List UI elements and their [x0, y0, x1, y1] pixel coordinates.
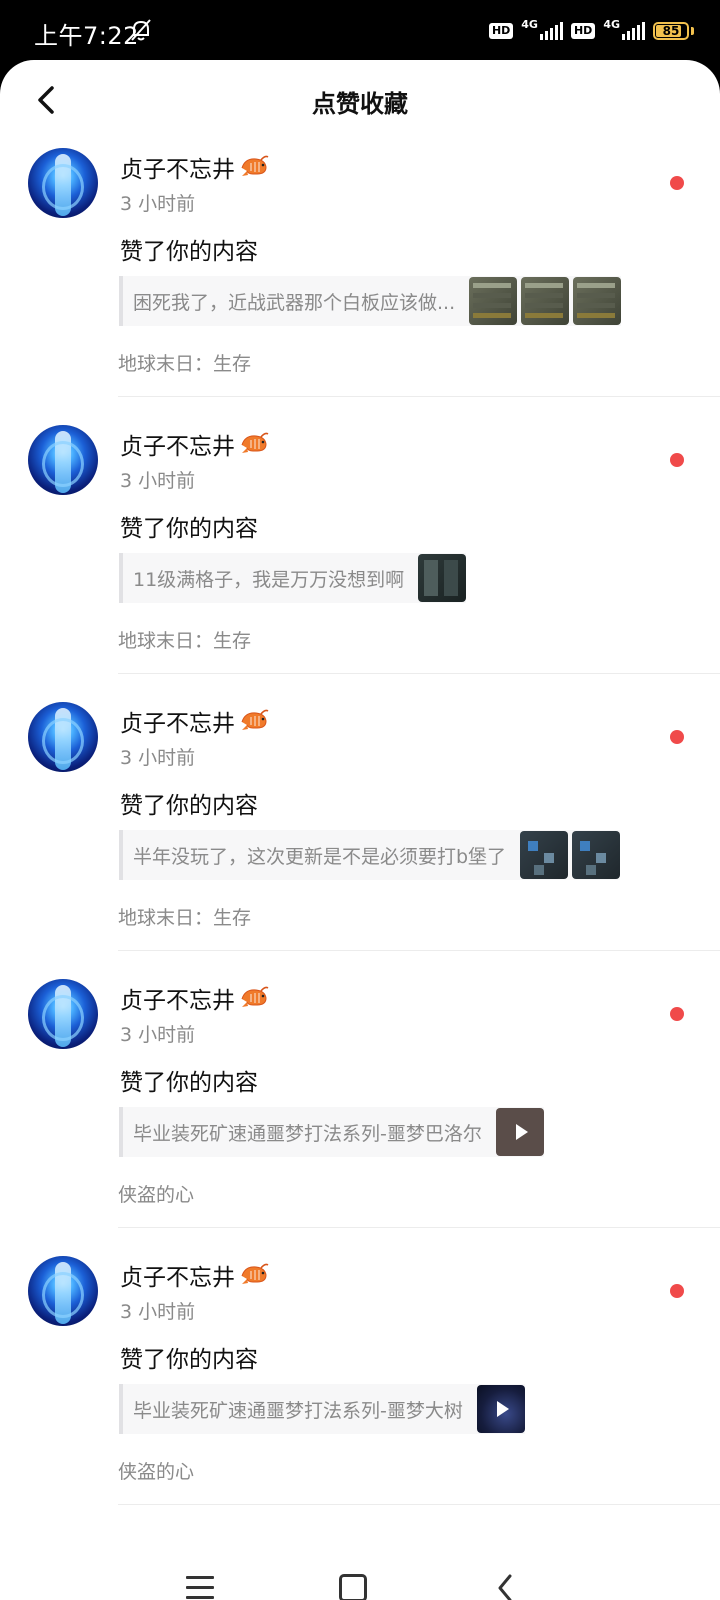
thumbnail-strip [495, 1108, 544, 1156]
status-time: 上午7:22 [34, 22, 139, 50]
network-type-2: 4G [603, 17, 620, 31]
play-icon [496, 1401, 509, 1417]
action-text: 赞了你的内容 [120, 793, 258, 819]
notification-list: 贞子不忘井 3 小时前 赞了你的内容 困死我了，近战武器那个白板应该做... 地… [0, 140, 720, 1525]
username-text: 贞子不忘井 [120, 711, 235, 737]
battery-cap [691, 27, 694, 35]
notification-item[interactable]: 贞子不忘井 3 小时前 赞了你的内容 困死我了，近战武器那个白板应该做... 地… [0, 140, 720, 417]
app-sheet: 点赞收藏 贞子不忘井 3 小时前 赞了你的内容 困死我了，近战武器那个白板应该做… [0, 60, 720, 1600]
notification-item[interactable]: 贞子不忘井 3 小时前 赞了你的内容 11级满格子，我是万万没想到啊 地球末日：… [0, 417, 720, 694]
action-text: 赞了你的内容 [120, 1347, 258, 1373]
signal-icon-2 [622, 22, 645, 40]
quoted-post[interactable]: 毕业装死矿速通噩梦打法系列-噩梦大树 [119, 1384, 525, 1434]
video-thumbnail[interactable] [495, 1108, 544, 1156]
source-community[interactable]: 地球末日：生存 [118, 349, 251, 376]
thumbnail-strip [520, 831, 621, 879]
quoted-post-text: 困死我了，近战武器那个白板应该做... [133, 291, 456, 314]
top-bar: 点赞收藏 [0, 60, 720, 140]
username[interactable]: 贞子不忘井 [120, 150, 269, 184]
username-text: 贞子不忘井 [120, 157, 235, 183]
status-bar: 上午7:22 HD 4G HD 4G 85 [0, 0, 720, 66]
battery-level: 85 [662, 24, 680, 38]
page-title: 点赞收藏 [312, 90, 408, 118]
image-thumbnail[interactable] [521, 277, 570, 325]
action-text: 赞了你的内容 [120, 1070, 258, 1096]
hd-badge: HD [488, 23, 514, 39]
source-community[interactable]: 侠盗的心 [118, 1180, 194, 1207]
image-thumbnail[interactable] [469, 277, 518, 325]
avatar[interactable] [28, 979, 98, 1049]
avatar[interactable] [28, 148, 98, 218]
username[interactable]: 贞子不忘井 [120, 704, 269, 738]
username[interactable]: 贞子不忘井 [120, 427, 269, 461]
back-arrow-icon[interactable] [492, 1572, 520, 1600]
username-text: 贞子不忘井 [120, 434, 235, 460]
avatar[interactable] [28, 1256, 98, 1326]
quoted-post[interactable]: 毕业装死矿速通噩梦打法系列-噩梦巴洛尔 [119, 1107, 544, 1157]
network-type: 4G [521, 17, 538, 31]
quoted-post[interactable]: 困死我了，近战武器那个白板应该做... [119, 276, 622, 326]
image-thumbnail[interactable] [418, 554, 467, 602]
notification-muted-icon [131, 19, 151, 41]
unread-dot [670, 1284, 684, 1298]
divider [118, 1504, 720, 1505]
notification-item[interactable]: 贞子不忘井 3 小时前 赞了你的内容 毕业装死矿速通噩梦打法系列-噩梦巴洛尔 侠… [0, 971, 720, 1248]
divider [118, 1227, 720, 1228]
system-nav-bar [0, 1560, 720, 1600]
thumbnail-strip [476, 1385, 525, 1433]
unread-dot [670, 176, 684, 190]
shrimp-icon [241, 432, 269, 453]
status-indicators: HD 4G HD 4G 85 [488, 16, 694, 46]
action-text: 赞了你的内容 [120, 239, 258, 265]
battery-icon: 85 [653, 22, 689, 40]
unread-dot [670, 453, 684, 467]
menu-icon[interactable] [186, 1576, 214, 1600]
video-thumbnail[interactable] [476, 1385, 525, 1433]
image-thumbnail[interactable] [520, 831, 569, 879]
image-thumbnail[interactable] [573, 277, 622, 325]
source-community[interactable]: 地球末日：生存 [118, 903, 251, 930]
divider [118, 673, 720, 674]
avatar[interactable] [28, 702, 98, 772]
quoted-post-text: 毕业装死矿速通噩梦打法系列-噩梦巴洛尔 [133, 1122, 482, 1145]
timestamp: 3 小时前 [120, 1024, 196, 1046]
shrimp-icon [241, 1263, 269, 1284]
source-community[interactable]: 侠盗的心 [118, 1457, 194, 1484]
unread-dot [670, 730, 684, 744]
divider [118, 396, 720, 397]
username[interactable]: 贞子不忘井 [120, 981, 269, 1015]
timestamp: 3 小时前 [120, 747, 196, 769]
hd-badge-2: HD [570, 23, 596, 39]
shrimp-icon [241, 155, 269, 176]
shrimp-icon [241, 986, 269, 1007]
quoted-post[interactable]: 11级满格子，我是万万没想到啊 [119, 553, 467, 603]
image-thumbnail[interactable] [572, 831, 621, 879]
divider [118, 950, 720, 951]
action-text: 赞了你的内容 [120, 516, 258, 542]
shrimp-icon [241, 709, 269, 730]
thumbnail-strip [418, 554, 467, 602]
home-square-icon[interactable] [339, 1574, 367, 1600]
timestamp: 3 小时前 [120, 1301, 196, 1323]
timestamp: 3 小时前 [120, 470, 196, 492]
play-icon [515, 1124, 528, 1140]
quoted-post-text: 毕业装死矿速通噩梦打法系列-噩梦大树 [133, 1399, 463, 1422]
username-text: 贞子不忘井 [120, 1265, 235, 1291]
quoted-post-text: 11级满格子，我是万万没想到啊 [133, 568, 405, 591]
notification-item[interactable]: 贞子不忘井 3 小时前 赞了你的内容 半年没玩了，这次更新是不是必须要打b堡了 … [0, 694, 720, 971]
unread-dot [670, 1007, 684, 1021]
username[interactable]: 贞子不忘井 [120, 1258, 269, 1292]
thumbnail-strip [469, 277, 622, 325]
quoted-post[interactable]: 半年没玩了，这次更新是不是必须要打b堡了 [119, 830, 621, 880]
avatar[interactable] [28, 425, 98, 495]
source-community[interactable]: 地球末日：生存 [118, 626, 251, 653]
username-text: 贞子不忘井 [120, 988, 235, 1014]
notification-item[interactable]: 贞子不忘井 3 小时前 赞了你的内容 毕业装死矿速通噩梦打法系列-噩梦大树 侠盗… [0, 1248, 720, 1525]
timestamp: 3 小时前 [120, 193, 196, 215]
signal-icon [539, 22, 563, 40]
quoted-post-text: 半年没玩了，这次更新是不是必须要打b堡了 [133, 845, 507, 868]
